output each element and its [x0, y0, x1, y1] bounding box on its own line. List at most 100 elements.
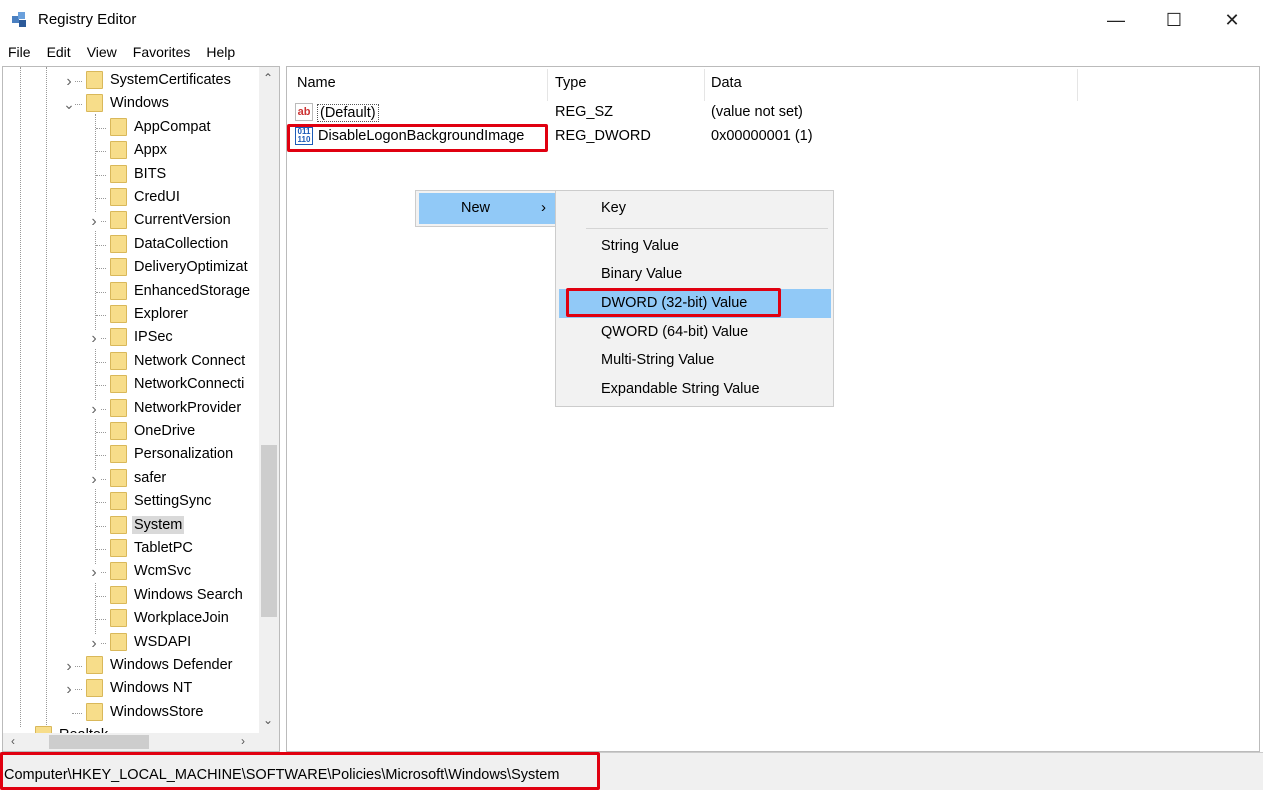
tree-item[interactable]: DataCollection: [3, 233, 257, 256]
tree-item[interactable]: DeliveryOptimizat: [3, 256, 257, 279]
submenu-item-key[interactable]: Key: [556, 194, 833, 222]
tree-item[interactable]: BITS: [3, 163, 257, 186]
tree-item-label: DeliveryOptimizat: [134, 259, 248, 276]
tree-item[interactable]: › WSDAPI: [3, 631, 257, 654]
tree-item-label: Windows: [110, 95, 169, 112]
chevron-right-icon[interactable]: ›: [88, 330, 100, 349]
menu-file[interactable]: File: [0, 40, 39, 66]
menu-help[interactable]: Help: [198, 40, 243, 66]
tree-connector: [96, 385, 106, 387]
tree-item[interactable]: EnhancedStorage: [3, 280, 257, 303]
chevron-right-icon[interactable]: ›: [63, 73, 75, 91]
annotation-highlight-value: [287, 124, 548, 152]
string-value-icon: ab: [295, 103, 313, 121]
annotation-highlight-dword: [566, 288, 781, 317]
scroll-down-icon[interactable]: ⌄: [263, 713, 273, 727]
menu-edit[interactable]: Edit: [39, 40, 79, 66]
value-data: 0x00000001 (1): [711, 128, 813, 144]
tree-horizontal-scrollbar[interactable]: ‹ ›: [3, 733, 279, 751]
tree-item[interactable]: › IPSec: [3, 326, 257, 349]
submenu-item-string-value[interactable]: String Value: [556, 232, 833, 260]
registry-tree[interactable]: › SystemCertificates ⌄ Windows AppCompat Appx…: [2, 66, 280, 752]
menu-item-new[interactable]: New ›: [419, 193, 556, 224]
chevron-right-icon[interactable]: ›: [88, 564, 100, 583]
chevron-right-icon[interactable]: ›: [88, 634, 100, 653]
chevron-right-icon[interactable]: ›: [88, 400, 100, 419]
menu-item-label: Key: [601, 200, 626, 216]
tree-connector: [72, 712, 82, 714]
chevron-right-icon[interactable]: ›: [63, 681, 75, 700]
submenu-item-qword-value[interactable]: QWORD (64-bit) Value: [556, 318, 833, 346]
tree-item-label: WindowsStore: [110, 703, 204, 720]
tree-item-label: IPSec: [134, 329, 173, 346]
tree-item[interactable]: › Windows NT: [3, 677, 257, 700]
tree-vertical-scrollbar[interactable]: ⌃ ⌄: [259, 67, 279, 733]
column-divider[interactable]: [704, 69, 705, 101]
chevron-right-icon[interactable]: ›: [88, 213, 100, 232]
window-title: Registry Editor: [38, 11, 137, 28]
tree-item[interactable]: Personalization: [3, 443, 257, 466]
tree-item-label: BITS: [134, 165, 167, 182]
minimize-button[interactable]: —: [1087, 0, 1145, 40]
scroll-left-icon[interactable]: ‹: [11, 734, 15, 748]
folder-icon: [110, 234, 127, 253]
scroll-up-icon[interactable]: ⌃: [263, 71, 273, 85]
tree-item[interactable]: › WcmSvc: [3, 560, 257, 583]
tree-item[interactable]: › SystemCertificates: [3, 69, 257, 92]
tree-item-label: NetworkProvider: [134, 399, 242, 416]
tree-item[interactable]: SettingSync: [3, 490, 257, 513]
tree-item[interactable]: › safer: [3, 467, 257, 490]
submenu-item-binary-value[interactable]: Binary Value: [556, 260, 833, 288]
value-row[interactable]: ab (Default) REG_SZ (value not set): [287, 102, 1187, 124]
tree-item[interactable]: Windows Search: [3, 584, 257, 607]
menu-favorites[interactable]: Favorites: [125, 40, 199, 66]
tree-item[interactable]: WindowsStore: [3, 701, 257, 724]
tree-item[interactable]: NetworkConnecti: [3, 373, 257, 396]
tree-item[interactable]: CredUI: [3, 186, 257, 209]
tree-item[interactable]: AppCompat: [3, 116, 257, 139]
tree-item[interactable]: WorkplaceJoin: [3, 607, 257, 630]
horizontal-scroll-thumb[interactable]: [49, 735, 149, 749]
tree-item[interactable]: System: [3, 514, 257, 537]
tree-item[interactable]: › CurrentVersion: [3, 209, 257, 232]
column-divider[interactable]: [1077, 69, 1078, 101]
tree-item[interactable]: › NetworkProvider: [3, 397, 257, 420]
tree-item-label: Network Connect: [134, 352, 246, 369]
submenu-item-multi-string-value[interactable]: Multi-String Value: [556, 346, 833, 374]
menu-item-label: String Value: [601, 238, 679, 254]
tree-item-label: TabletPC: [134, 540, 193, 556]
column-header-data[interactable]: Data: [711, 75, 742, 91]
tree-item[interactable]: OneDrive: [3, 420, 257, 443]
tree-item-label: Windows Search: [134, 586, 243, 603]
chevron-right-icon[interactable]: ›: [88, 470, 100, 489]
folder-icon: [86, 656, 103, 674]
maximize-button[interactable]: ☐: [1145, 0, 1203, 40]
menu-view[interactable]: View: [79, 40, 125, 66]
folder-icon: [110, 632, 127, 651]
tree-connector: [96, 291, 106, 293]
vertical-scroll-thumb[interactable]: [261, 445, 277, 617]
folder-icon: [110, 609, 127, 628]
tree-item-label: Windows Defender: [110, 657, 233, 673]
tree-connector: [96, 595, 106, 597]
column-header-name[interactable]: Name: [297, 75, 336, 91]
menu-item-label: Expandable String Value: [601, 381, 760, 397]
scroll-right-icon[interactable]: ›: [241, 734, 245, 748]
tree-item[interactable]: TabletPC: [3, 537, 257, 560]
tree-item[interactable]: Appx: [3, 139, 257, 162]
tree-item-label: safer: [134, 469, 167, 486]
tree-item-label: Appx: [134, 142, 168, 159]
chevron-down-icon[interactable]: ⌄: [63, 96, 75, 114]
folder-icon: [86, 94, 103, 113]
values-list[interactable]: Name Type Data ab (Default) REG_SZ (valu…: [286, 66, 1260, 752]
tree-item[interactable]: Network Connect: [3, 350, 257, 373]
chevron-right-icon[interactable]: ›: [63, 658, 75, 676]
close-button[interactable]: ✕: [1203, 0, 1261, 40]
submenu-item-expandable-string-value[interactable]: Expandable String Value: [556, 375, 833, 403]
column-divider[interactable]: [547, 69, 548, 101]
tree-item[interactable]: ⌄ Windows: [3, 92, 257, 115]
tree-item[interactable]: › Windows Defender: [3, 654, 257, 677]
tree-item[interactable]: Explorer: [3, 303, 257, 326]
column-header-type[interactable]: Type: [555, 75, 586, 91]
tree-connector: [96, 151, 106, 153]
